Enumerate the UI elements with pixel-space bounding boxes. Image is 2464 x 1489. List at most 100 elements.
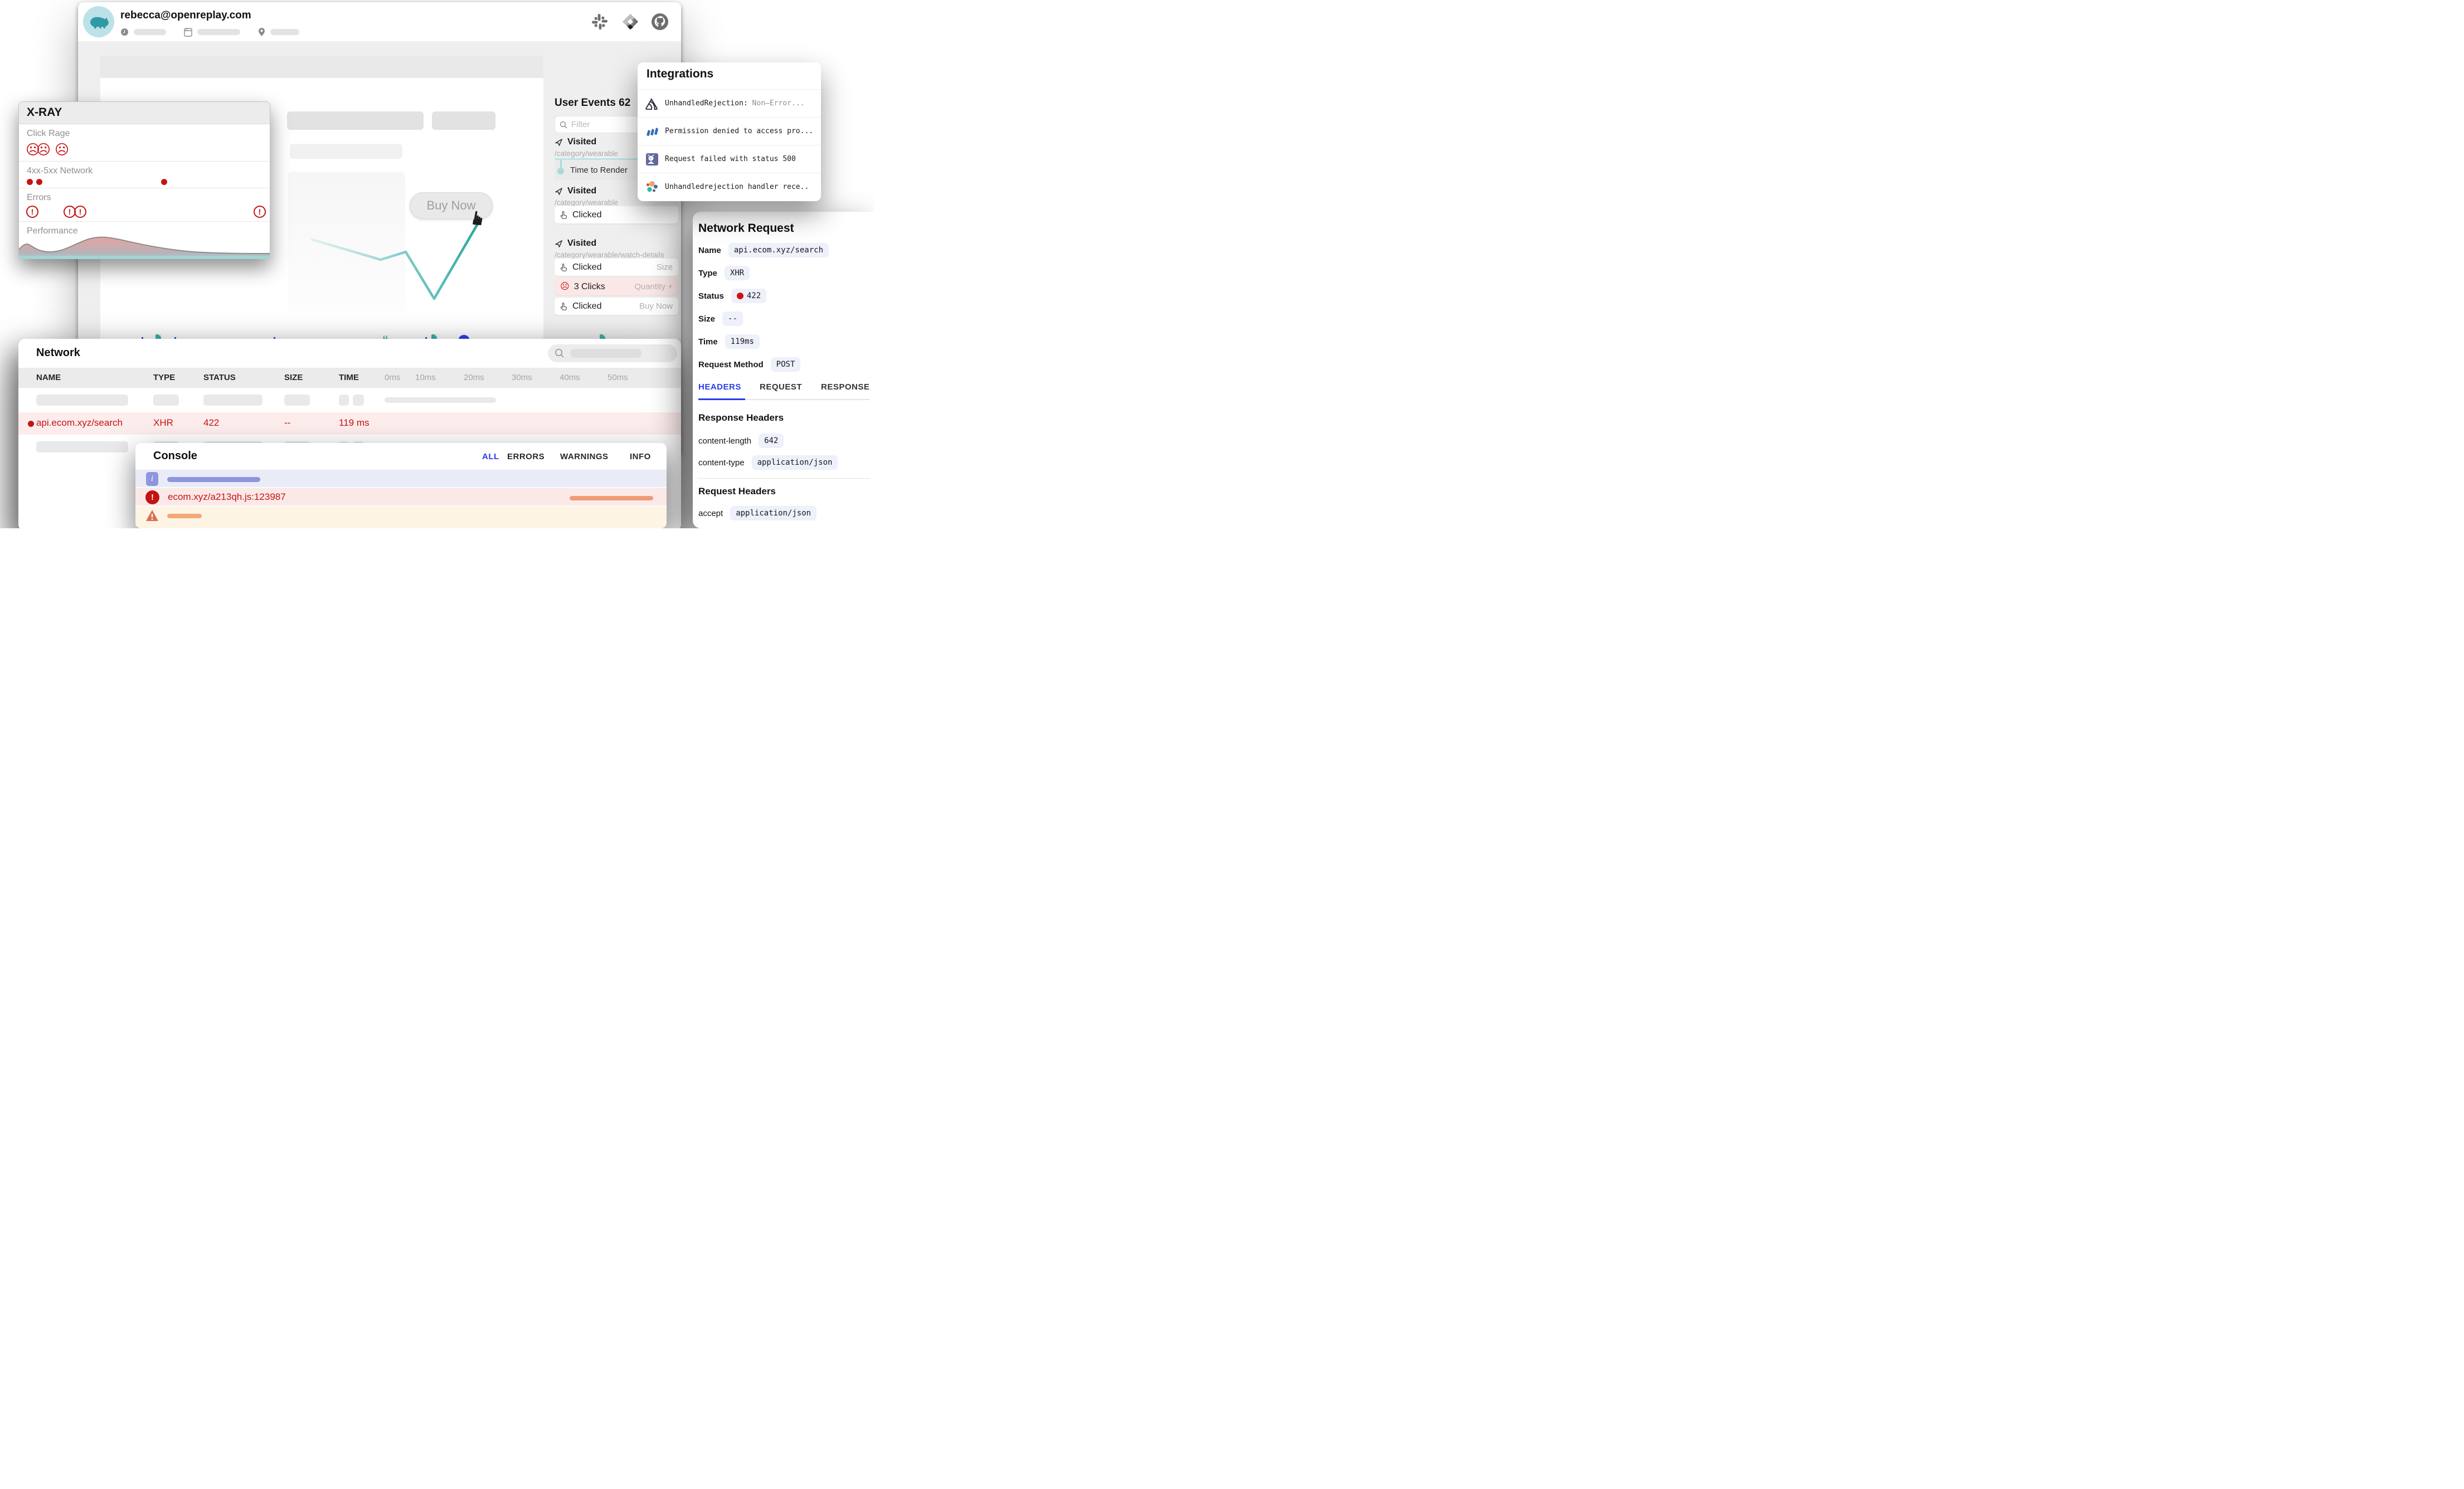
console-title: Console (153, 450, 197, 463)
network-error-dot (161, 179, 167, 185)
skeleton-image (288, 172, 405, 312)
skeleton-bar (287, 111, 424, 130)
network-table-header: NAME TYPE STATUS SIZE TIME 0ms 10ms 20ms… (18, 368, 681, 388)
browser-icon (184, 28, 192, 37)
request-tab-request[interactable]: REQUEST (760, 382, 802, 392)
xray-errors-row[interactable]: Errors ! ! ! ! (19, 188, 270, 222)
github-icon[interactable] (651, 13, 669, 31)
session-user-email: rebecca@openreplay.com (120, 9, 251, 22)
cell-size: -- (284, 417, 290, 429)
active-tab-underline (698, 398, 745, 400)
console-log-warning[interactable] (135, 505, 667, 528)
meta-skeleton (134, 29, 166, 35)
event-target: Quantity + (634, 282, 673, 291)
request-tab-response[interactable]: RESPONSE (821, 382, 869, 392)
request-field-method: Request Method POST (698, 357, 800, 372)
error-dot-icon (28, 421, 34, 427)
event-clicked-buy-now[interactable]: Clicked Buy Now (555, 298, 678, 315)
meta-skeleton (197, 29, 240, 35)
request-field-time: Time 119ms (698, 334, 760, 349)
search-icon (560, 121, 567, 129)
timeline-dot-icon (557, 168, 564, 174)
table-row-error-request[interactable]: api.ecom.xyz/search XHR 422 -- 119 ms (18, 412, 681, 435)
network-error-dot (36, 179, 42, 185)
log-skeleton (570, 496, 653, 500)
event-clicked-size[interactable]: Clicked Size (555, 259, 678, 276)
header-accept: accept application/json (698, 506, 817, 520)
meta-skeleton (270, 29, 299, 35)
cell-name: api.ecom.xyz/search (36, 417, 123, 429)
pointer-hand-icon (560, 211, 568, 219)
xray-performance-row[interactable]: Performance (19, 222, 270, 259)
field-value: api.ecom.xyz/search (728, 243, 829, 257)
visited-arrow-icon (555, 187, 563, 196)
event-visited[interactable]: Visited (555, 137, 596, 147)
location-pin-icon (258, 27, 265, 37)
rage-face-icon: ☹ (55, 143, 69, 157)
avatar (83, 6, 114, 37)
integration-item-rollbar[interactable]: Permission denied to access pro... (638, 117, 821, 145)
event-clicked[interactable]: Clicked (555, 206, 678, 223)
network-error-dot (27, 179, 33, 185)
slack-icon[interactable] (591, 13, 609, 31)
console-tab-all[interactable]: ALL (482, 452, 499, 461)
console-tab-info[interactable]: INFO (630, 452, 651, 461)
network-panel-title: Network (36, 347, 80, 359)
integration-item-sentry[interactable]: UnhandledRejection: Non–Error... (638, 89, 821, 117)
integration-item-elastic[interactable]: Unhandledrejection handler rece.. (638, 173, 821, 201)
rollbar-icon (645, 125, 659, 138)
rage-face-icon: ☹ (560, 283, 570, 291)
request-tab-headers[interactable]: HEADERS (698, 382, 741, 392)
cell-time: 119 ms (339, 417, 370, 429)
openreplay-screenshot: Buy Now User Events 62 Visited /category… (0, 0, 874, 528)
sentry-icon (645, 98, 659, 110)
console-tab-warnings[interactable]: WARNINGS (560, 452, 609, 461)
skeleton-bar (432, 111, 495, 130)
search-skeleton (570, 349, 641, 358)
table-row-skeleton[interactable] (18, 388, 681, 412)
console-panel: Console ALL ERRORS WARNINGS INFO i ! eco… (135, 443, 667, 528)
rhino-icon (89, 13, 109, 30)
error-badge-icon: ! (74, 206, 86, 218)
header-content-type: content-type application/json (698, 455, 838, 470)
error-icon: ! (145, 490, 159, 504)
jira-icon[interactable] (621, 13, 639, 31)
request-headers-title: Request Headers (698, 486, 776, 497)
request-field-type: Type XHR (698, 266, 750, 280)
visited-arrow-icon (555, 138, 563, 147)
info-icon: i (146, 472, 158, 486)
console-tab-errors[interactable]: ERRORS (507, 452, 545, 461)
network-search-field[interactable] (548, 344, 677, 362)
status-error-dot (737, 293, 743, 299)
visited-arrow-icon (555, 240, 563, 248)
event-target: Buy Now (639, 301, 673, 311)
event-visited[interactable]: Visited (555, 186, 596, 196)
request-panel-title: Network Request (698, 222, 794, 235)
log-skeleton (167, 514, 202, 518)
request-field-status: Status 422 (698, 289, 766, 303)
integrations-popup: Integrations UnhandledRejection: Non–Err… (638, 62, 821, 201)
rage-face-icon: ☹ (36, 143, 51, 157)
integration-item-datadog[interactable]: Request failed with status 500 (638, 145, 821, 173)
event-visited[interactable]: Visited (555, 239, 596, 249)
divider (698, 478, 870, 479)
user-events-count: 62 (619, 97, 630, 109)
pointer-hand-icon (560, 302, 568, 310)
session-header: rebecca@openreplay.com (78, 2, 681, 41)
search-icon (555, 348, 565, 358)
skeleton-bar (290, 144, 402, 159)
integrations-title: Integrations (647, 67, 713, 81)
header-content-length: content-length 642 (698, 434, 784, 448)
elastic-icon (645, 181, 659, 194)
xray-click-rage-row[interactable]: Click Rage ☹ ☹ ☹ (19, 124, 270, 162)
console-log-info[interactable]: i (135, 469, 667, 487)
event-url: /category/wearable (555, 198, 618, 207)
xray-network-row[interactable]: 4xx-5xx Network (19, 162, 270, 188)
field-value: XHR (725, 266, 750, 280)
cell-type: XHR (153, 417, 173, 429)
console-log-error[interactable]: ! ecom.xyz/a213qh.js:123987 (135, 487, 667, 505)
field-value: POST (771, 357, 801, 372)
error-badge-icon: ! (26, 206, 38, 218)
field-value: 119ms (725, 334, 760, 349)
event-click-rage[interactable]: ☹ 3 Clicks Quantity + (555, 278, 678, 295)
